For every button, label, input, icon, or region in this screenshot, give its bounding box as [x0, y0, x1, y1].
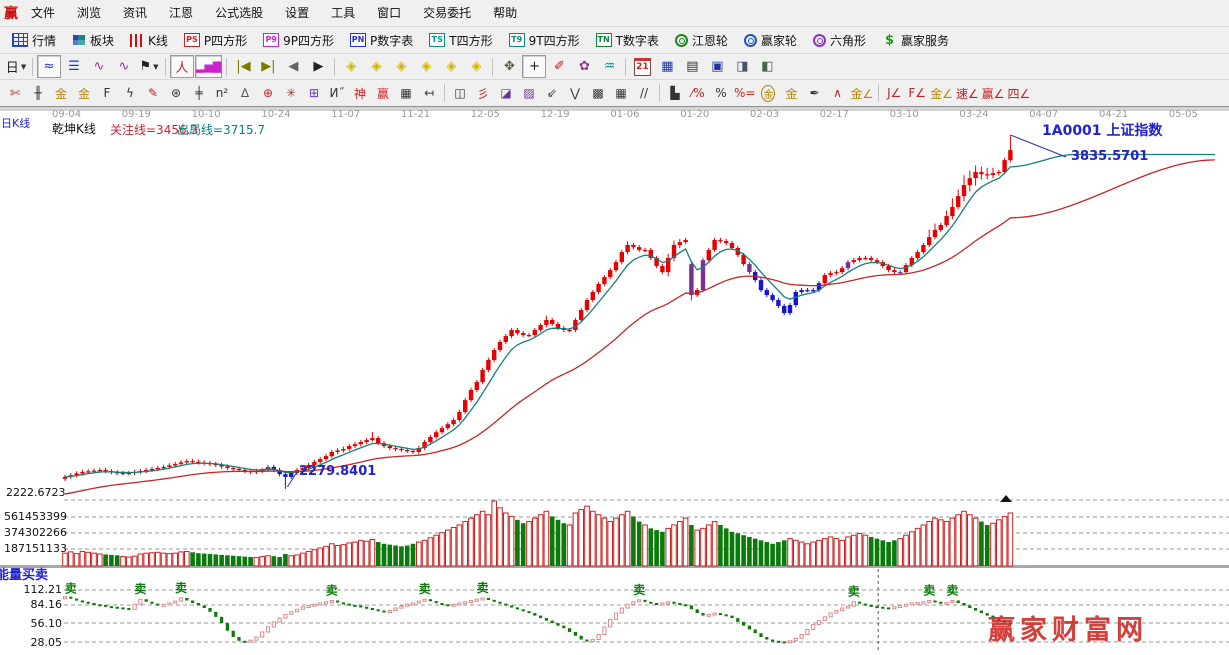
sell-flag: 卖 — [633, 582, 645, 597]
symbol-label: 1A0001 上证指数 — [1042, 120, 1162, 140]
pane-title-daily-kline: 日K线 — [1, 115, 30, 131]
volume-scale-1: 561453399 — [4, 510, 62, 523]
date-tick: 03-10 — [890, 109, 919, 120]
volume-scale-2: 374302266 — [4, 526, 62, 539]
chart-canvas[interactable]: 卖卖卖卖卖卖卖卖卖卖 09-0409-1910-1010-2411-0711-2… — [0, 0, 1229, 655]
winner-gann-app-window: 赢 文件浏览资讯江恩公式选股设置工具窗口交易委托帮助 行情板块K线PSP四方形P… — [0, 0, 1229, 655]
series-label-qiankun: 乾坤K线 — [52, 120, 96, 137]
indicator-pane-title: 能量买卖 — [0, 564, 48, 583]
price-scale-baseline: 2222.6723 — [6, 486, 66, 499]
kline-chart[interactable]: 卖卖卖卖卖卖卖卖卖卖 — [0, 0, 1229, 655]
indicator-scale-4: 28.05 — [4, 636, 62, 649]
date-tick: 09-19 — [122, 109, 151, 120]
indicator-scale-1: 112.21 — [4, 583, 62, 596]
sell-flag: 卖 — [134, 581, 146, 596]
sell-flag: 卖 — [175, 580, 187, 595]
date-tick: 04-21 — [1099, 109, 1128, 120]
sell-flag: 卖 — [848, 584, 860, 599]
watermark: 赢家财富网 — [988, 608, 1148, 647]
date-tick: 02-17 — [820, 109, 849, 120]
date-tick: 05-05 — [1169, 109, 1198, 120]
date-tick: 04-07 — [1029, 109, 1058, 120]
sell-flag: 卖 — [65, 581, 77, 596]
volume-scale-3: 187151133 — [4, 542, 62, 555]
date-tick: 11-07 — [331, 109, 360, 120]
date-tick: 03-24 — [959, 109, 988, 120]
date-tick: 01-20 — [680, 109, 709, 120]
indicator-scale-3: 56.10 — [4, 617, 62, 630]
sell-flag: 卖 — [419, 581, 431, 596]
date-tick: 10-10 — [192, 109, 221, 120]
indicator-scale-2: 84.16 — [4, 598, 62, 611]
date-tick: 10-24 — [261, 109, 290, 120]
sell-flag: 卖 — [326, 582, 338, 597]
date-tick: 11-21 — [401, 109, 430, 120]
low-price-callout: 2279.8401 — [299, 464, 376, 479]
date-tick: 02-03 — [750, 109, 779, 120]
date-tick: 01-06 — [610, 109, 639, 120]
exit-line-label: 出局线=3715.7 — [177, 121, 265, 138]
date-tick: 09-04 — [52, 109, 81, 120]
sell-flag: 卖 — [946, 582, 958, 597]
last-price-callout: 3835.5701 — [1071, 149, 1148, 164]
sell-flag: 卖 — [923, 582, 935, 597]
date-tick: 12-05 — [471, 109, 500, 120]
date-tick: 12-19 — [541, 109, 570, 120]
sell-flag: 卖 — [477, 580, 489, 595]
